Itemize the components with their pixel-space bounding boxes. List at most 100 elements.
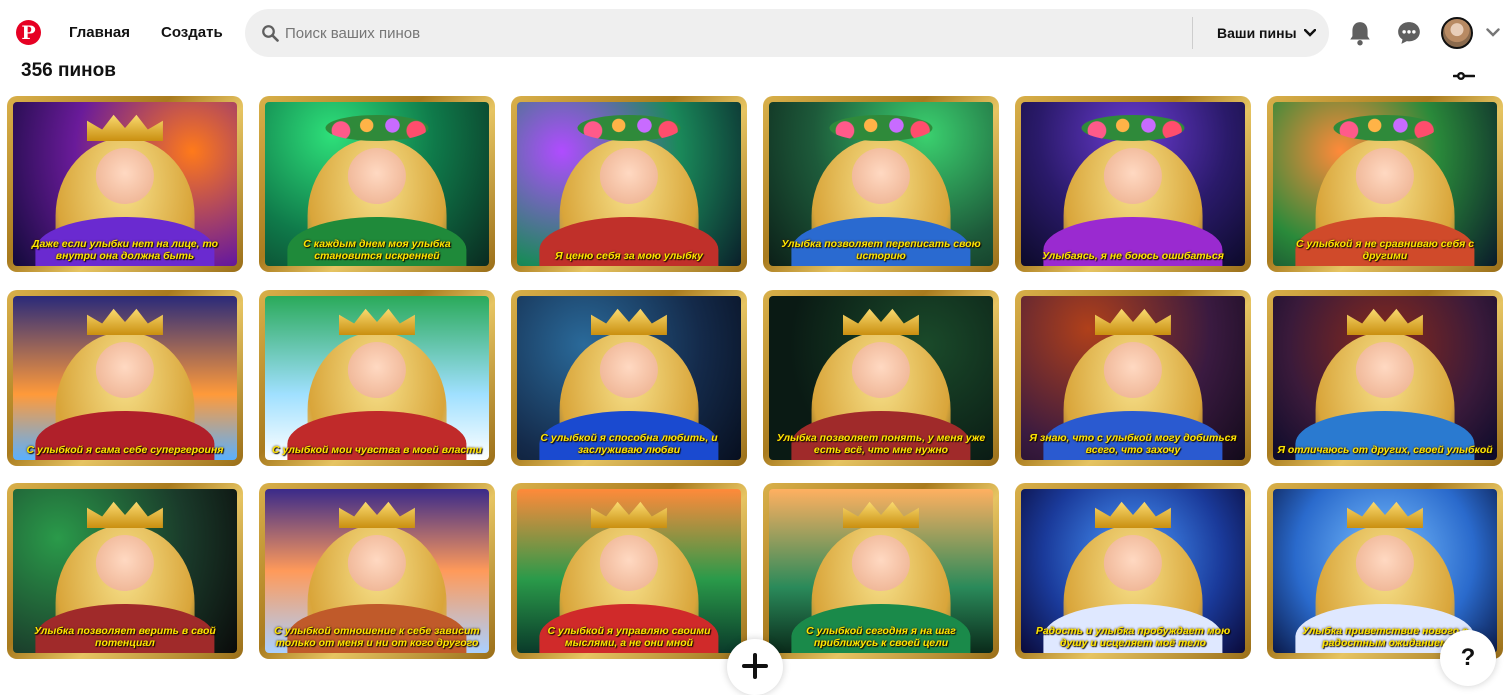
pin-figure-face: [347, 147, 407, 204]
pin-image: Улыбка позволяет верить в свой потенциал: [13, 489, 237, 653]
pin-card[interactable]: Улыбаясь, я не боюсь ошибаться: [1015, 96, 1251, 272]
pin-figure-face: [1103, 147, 1163, 204]
pin-figure-crown: [1346, 501, 1424, 529]
pin-caption: С улыбкой я не сравниваю себя с другими: [1295, 238, 1475, 262]
pin-figure-face: [95, 534, 155, 591]
add-pin-button[interactable]: [727, 639, 783, 695]
pin-caption: С улыбкой сегодня я на шаг приближусь к …: [806, 625, 956, 649]
pin-figure-face: [95, 147, 155, 204]
pin-image: Я знаю, что с улыбкой могу добиться всег…: [1021, 296, 1245, 460]
search-input[interactable]: [285, 9, 1185, 57]
pin-card[interactable]: С улыбкой отношение к себе зависит тольк…: [259, 483, 495, 659]
filter-icon[interactable]: [1453, 67, 1475, 85]
help-button[interactable]: ?: [1440, 630, 1496, 686]
pin-caption: С улыбкой отношение к себе зависит тольк…: [274, 625, 480, 649]
pin-card[interactable]: С каждым днем моя улыбка становится искр…: [259, 96, 495, 272]
pin-caption: Улыбка позволяет переписать свою историю: [781, 238, 981, 262]
pin-figure-crown: [842, 501, 920, 529]
avatar[interactable]: [1441, 17, 1473, 49]
pin-figure-face: [599, 341, 659, 398]
pin-figure-crown: [590, 501, 668, 529]
pin-figure-face: [851, 147, 911, 204]
pin-image: Радость и улыбка пробуждает мою душу и и…: [1021, 489, 1245, 653]
pin-image: Улыбка позволяет переписать свою историю: [769, 102, 993, 266]
pin-figure-face: [1355, 147, 1415, 204]
chevron-down-icon: [1303, 29, 1316, 37]
pin-figure-face: [1355, 341, 1415, 398]
pin-figure-crown: [1094, 501, 1172, 529]
pin-card[interactable]: С улыбкой я не сравниваю себя с другими: [1267, 96, 1503, 272]
pin-caption: С улыбкой я сама себе супергероиня: [26, 444, 224, 456]
pin-figure-face: [851, 341, 911, 398]
pin-caption: Улыбаясь, я не боюсь ошибаться: [1042, 250, 1224, 262]
pin-caption: С улыбкой мои чувства в моей власти: [271, 444, 482, 456]
pin-caption: Улыбка позволяет понять, у меня уже есть…: [776, 432, 986, 456]
pin-image: С каждым днем моя улыбка становится искр…: [265, 102, 489, 266]
pin-image: Я отличаюсь от других, своей улыбкой: [1273, 296, 1497, 460]
search-scope-dropdown[interactable]: Ваши пины: [1217, 9, 1316, 57]
pin-card[interactable]: Улыбка позволяет понять, у меня уже есть…: [763, 290, 999, 466]
pin-figure-crown: [842, 308, 920, 336]
pin-card[interactable]: С улыбкой мои чувства в моей власти: [259, 290, 495, 466]
nav-create-link[interactable]: Создать: [161, 24, 223, 41]
pin-figure-face: [851, 534, 911, 591]
pin-caption: Я знаю, что с улыбкой могу добиться всег…: [1029, 432, 1237, 456]
pin-figure-crown: [1346, 308, 1424, 336]
pin-card[interactable]: Я знаю, что с улыбкой могу добиться всег…: [1015, 290, 1251, 466]
pin-caption: С улыбкой я способна любить, и заслужива…: [540, 432, 718, 456]
pin-figure-face: [599, 147, 659, 204]
pin-caption: Даже если улыбки нет на лице, то внутри …: [31, 238, 219, 262]
chat-icon[interactable]: [1396, 20, 1422, 46]
pin-caption: Улыбка позволяет верить в свой потенциал: [34, 625, 216, 649]
nav-home-link[interactable]: Главная: [69, 24, 130, 41]
pin-card[interactable]: Я ценю себя за мою улыбку: [511, 96, 747, 272]
pin-image: С улыбкой мои чувства в моей власти: [265, 296, 489, 460]
pin-image: Даже если улыбки нет на лице, то внутри …: [13, 102, 237, 266]
pin-image: Улыбка позволяет понять, у меня уже есть…: [769, 296, 993, 460]
pin-figure-face: [599, 534, 659, 591]
pin-card[interactable]: Радость и улыбка пробуждает мою душу и и…: [1015, 483, 1251, 659]
pin-figure-crown: [338, 308, 416, 336]
pin-caption: Я ценю себя за мою улыбку: [555, 250, 703, 262]
pinterest-logo-icon[interactable]: P: [16, 20, 41, 45]
pin-caption: Я отличаюсь от других, своей улыбкой: [1277, 444, 1493, 456]
pin-figure-face: [1103, 341, 1163, 398]
pin-card[interactable]: С улыбкой я управляю своими мыслями, а н…: [511, 483, 747, 659]
pin-image: С улыбкой я способна любить, и заслужива…: [517, 296, 741, 460]
pin-figure-face: [347, 534, 407, 591]
pin-image: С улыбкой я сама себе супергероиня: [13, 296, 237, 460]
pin-caption: С улыбкой я управляю своими мыслями, а н…: [547, 625, 711, 649]
pin-figure-face: [1103, 534, 1163, 591]
pin-figure-crown: [338, 501, 416, 529]
pin-count: 356 пинов: [21, 62, 116, 81]
pin-card[interactable]: С улыбкой я способна любить, и заслужива…: [511, 290, 747, 466]
pin-figure-wreath: [577, 115, 681, 142]
pin-figure-face: [95, 341, 155, 398]
pin-card[interactable]: Я отличаюсь от других, своей улыбкой: [1267, 290, 1503, 466]
account-chevron-down-icon[interactable]: [1486, 28, 1500, 37]
pin-card[interactable]: Улыбка позволяет переписать свою историю: [763, 96, 999, 272]
pin-image: С улыбкой отношение к себе зависит тольк…: [265, 489, 489, 653]
pin-figure-wreath: [325, 115, 429, 142]
pin-figure-crown: [86, 308, 164, 336]
pin-figure-crown: [86, 114, 164, 142]
pin-card[interactable]: С улыбкой я сама себе супергероиня: [7, 290, 243, 466]
search-scope-label: Ваши пины: [1217, 25, 1297, 41]
pin-image: Улыбка приветствие нового с радостным ож…: [1273, 489, 1497, 653]
pin-figure-wreath: [829, 115, 933, 142]
top-navigation: P Главная Создать Ваши пины: [0, 0, 1510, 66]
search-icon: [262, 25, 279, 42]
plus-icon: [742, 653, 768, 679]
pin-figure-face: [1355, 534, 1415, 591]
pin-figure-crown: [590, 308, 668, 336]
pin-caption: Радость и улыбка пробуждает мою душу и и…: [1035, 625, 1231, 649]
pin-card[interactable]: Даже если улыбки нет на лице, то внутри …: [7, 96, 243, 272]
pin-card[interactable]: Улыбка позволяет верить в свой потенциал: [7, 483, 243, 659]
pin-image: Я ценю себя за мою улыбку: [517, 102, 741, 266]
pin-figure-wreath: [1081, 115, 1185, 142]
search-bar[interactable]: Ваши пины: [245, 9, 1329, 57]
pin-figure-crown: [1094, 308, 1172, 336]
pin-figure-wreath: [1333, 115, 1437, 142]
bell-icon[interactable]: [1347, 20, 1373, 46]
pin-card[interactable]: С улыбкой сегодня я на шаг приближусь к …: [763, 483, 999, 659]
